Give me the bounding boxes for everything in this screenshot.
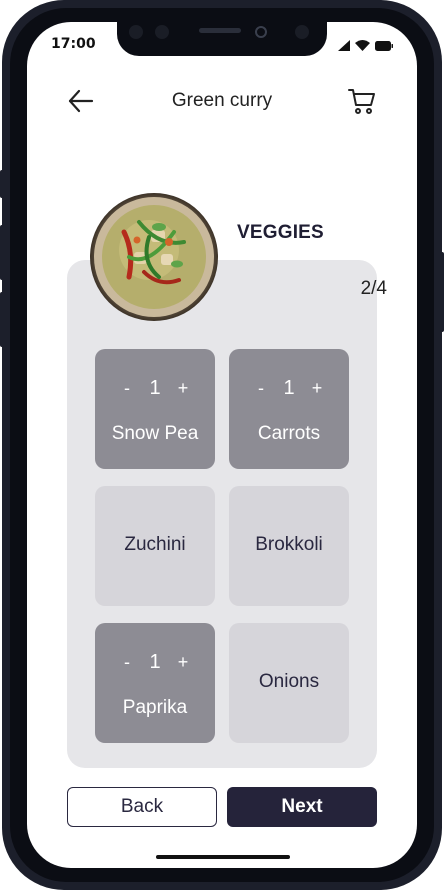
- decrement-button[interactable]: -: [113, 652, 141, 673]
- notch-speaker: [199, 28, 241, 33]
- ingredient-tile-carrots[interactable]: - 1 + Carrots: [229, 349, 349, 469]
- increment-button[interactable]: +: [303, 378, 331, 399]
- section-title: VEGGIES: [237, 222, 324, 243]
- ingredient-name: Paprika: [122, 697, 188, 718]
- phone-volume-up: [0, 225, 4, 280]
- dish-image: [90, 193, 218, 321]
- app-screen: 17:00 Green curry VEGGIES 2/4 - 1 + Snow…: [27, 22, 417, 868]
- ingredient-name: Snow Pea: [111, 423, 199, 444]
- ingredient-name: Onions: [258, 671, 320, 692]
- notch-sensor: [155, 25, 169, 39]
- ingredient-tile-onions[interactable]: Onions: [229, 623, 349, 743]
- quantity-value: 1: [149, 651, 161, 673]
- notch-camera: [255, 26, 267, 38]
- quantity-value: 1: [149, 377, 161, 399]
- next-button[interactable]: Next: [227, 787, 377, 827]
- increment-button[interactable]: +: [169, 652, 197, 673]
- header: Green curry: [27, 84, 417, 118]
- quantity-stepper: - 1 +: [95, 377, 215, 400]
- notch-sensor: [129, 25, 143, 39]
- notch-sensor: [295, 25, 309, 39]
- ingredient-tile-snow-pea[interactable]: - 1 + Snow Pea: [95, 349, 215, 469]
- quantity-stepper: - 1 +: [229, 377, 349, 400]
- back-button[interactable]: Back: [67, 787, 217, 827]
- decrement-button[interactable]: -: [247, 378, 275, 399]
- quantity-stepper: - 1 +: [95, 651, 215, 674]
- status-icons: [338, 40, 393, 51]
- wifi-icon: [355, 40, 370, 51]
- battery-icon: [375, 40, 393, 51]
- cart-icon[interactable]: [347, 86, 377, 116]
- quantity-value: 1: [283, 377, 295, 399]
- ingredient-tile-paprika[interactable]: - 1 + Paprika: [95, 623, 215, 743]
- notch: [117, 22, 327, 56]
- ingredient-name: Carrots: [257, 423, 321, 444]
- phone-power-button: [440, 252, 444, 332]
- ingredient-name: Brokkoli: [255, 534, 323, 555]
- increment-button[interactable]: +: [169, 378, 197, 399]
- step-progress: 2/4: [360, 278, 387, 299]
- status-time: 17:00: [51, 36, 96, 52]
- phone-side-button: [0, 170, 4, 198]
- decrement-button[interactable]: -: [113, 378, 141, 399]
- home-indicator: [156, 855, 290, 859]
- phone-volume-down: [0, 292, 4, 347]
- ingredient-name: Zuchini: [124, 534, 186, 555]
- ingredient-tile-zuchini[interactable]: Zuchini: [95, 486, 215, 606]
- ingredient-tile-brokkoli[interactable]: Brokkoli: [229, 486, 349, 606]
- signal-icon: [338, 40, 350, 51]
